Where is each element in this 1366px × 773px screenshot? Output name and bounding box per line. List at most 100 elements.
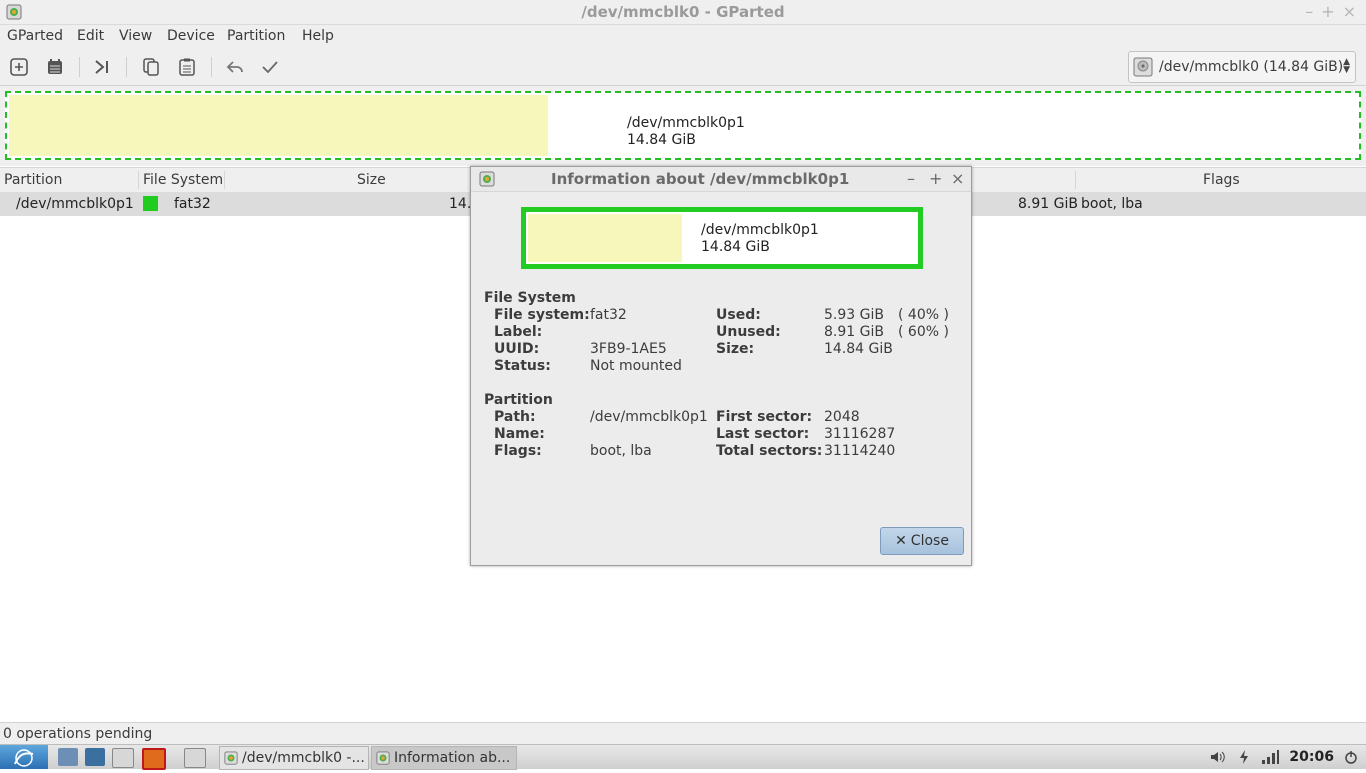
menu-help[interactable]: Help bbox=[302, 28, 334, 44]
size-value: 14.84 GiB bbox=[824, 341, 893, 357]
col-filesystem[interactable]: File System bbox=[143, 172, 223, 188]
apply-button[interactable] bbox=[258, 55, 282, 79]
volume-icon[interactable] bbox=[1209, 749, 1227, 765]
window-title: /dev/mmcblk0 - GParted bbox=[581, 3, 785, 21]
partition-heading: Partition bbox=[484, 392, 553, 408]
row-unused: 8.91 GiB bbox=[1018, 196, 1078, 212]
task-information-label: Information ab... bbox=[394, 750, 511, 766]
partition-bar-name: /dev/mmcblk0p1 bbox=[627, 115, 745, 131]
gparted-task-icon bbox=[224, 751, 238, 765]
start-menu-button[interactable] bbox=[0, 745, 48, 769]
partition-used-fill bbox=[9, 95, 548, 156]
col-size[interactable]: Size bbox=[357, 172, 386, 188]
firefox-launcher-icon[interactable] bbox=[142, 748, 166, 770]
operations-pending-text: 0 operations pending bbox=[3, 726, 153, 742]
window-titlebar: /dev/mmcblk0 - GParted – + × bbox=[0, 0, 1366, 25]
col-flags[interactable]: Flags bbox=[1203, 172, 1240, 188]
desktop-launcher-icon[interactable] bbox=[112, 748, 134, 768]
undo-button[interactable] bbox=[223, 55, 247, 79]
taskbar: /dev/mmcblk0 -... Information ab... 20:0… bbox=[0, 744, 1366, 770]
system-tray: 20:06 bbox=[1209, 745, 1366, 769]
toolbar: /dev/mmcblk0 (14.84 GiB) ▲ ▼ bbox=[0, 49, 1366, 86]
partition-bar[interactable]: /dev/mmcblk0p1 14.84 GiB bbox=[5, 91, 1361, 160]
copy-button[interactable] bbox=[139, 55, 163, 79]
unused-percent: ( 60% ) bbox=[898, 324, 949, 340]
close-button-label: Close bbox=[910, 533, 949, 549]
harddisk-icon bbox=[1133, 57, 1153, 77]
statusbar: 0 operations pending bbox=[0, 722, 1366, 745]
lubuntu-logo-icon bbox=[14, 749, 34, 767]
dialog-used-fill bbox=[528, 214, 682, 262]
used-percent: ( 40% ) bbox=[898, 307, 949, 323]
filesystem-color-swatch bbox=[143, 196, 158, 211]
checkmark-icon bbox=[262, 61, 278, 74]
close-button[interactable]: ✕ Close bbox=[880, 527, 964, 555]
filesystem-heading: File System bbox=[484, 290, 576, 306]
logout-icon[interactable] bbox=[1344, 749, 1358, 765]
status-label: Status: bbox=[494, 358, 551, 374]
new-partition-button[interactable] bbox=[7, 55, 31, 79]
updown-arrow-icon: ▲ ▼ bbox=[1343, 57, 1350, 75]
resize-move-button[interactable] bbox=[90, 55, 114, 79]
name-label: Name: bbox=[494, 426, 545, 442]
task-information[interactable]: Information ab... bbox=[371, 746, 517, 770]
dialog-titlebar: Information about /dev/mmcblk0p1 – + × bbox=[471, 167, 971, 192]
last-sector-label: Last sector: bbox=[716, 426, 810, 442]
close-window-button[interactable]: × bbox=[1343, 2, 1356, 21]
gparted-dialog-icon bbox=[479, 171, 495, 187]
unused-value: 8.91 GiB bbox=[824, 324, 884, 340]
col-partition[interactable]: Partition bbox=[4, 172, 62, 188]
first-sector-label: First sector: bbox=[716, 409, 813, 425]
row-flags: boot, lba bbox=[1081, 196, 1143, 212]
task-gparted[interactable]: /dev/mmcblk0 -... bbox=[219, 746, 369, 770]
task-gparted-label: /dev/mmcblk0 -... bbox=[242, 750, 365, 766]
menu-edit[interactable]: Edit bbox=[77, 28, 104, 44]
disk-visual-area: /dev/mmcblk0p1 14.84 GiB bbox=[0, 86, 1366, 166]
unused-label: Unused: bbox=[716, 324, 781, 340]
fs-label: File system: bbox=[494, 307, 590, 323]
device-selector-label: /dev/mmcblk0 (14.84 GiB) bbox=[1159, 59, 1344, 75]
network-signal-icon[interactable] bbox=[1261, 749, 1280, 765]
clock[interactable]: 20:06 bbox=[1289, 749, 1334, 765]
flags-value: boot, lba bbox=[590, 443, 652, 459]
uuid-value: 3FB9-1AE5 bbox=[590, 341, 667, 357]
minimize-button[interactable]: – bbox=[1305, 2, 1313, 21]
menu-partition[interactable]: Partition bbox=[227, 28, 285, 44]
status-value: Not mounted bbox=[590, 358, 682, 374]
device-selector[interactable]: /dev/mmcblk0 (14.84 GiB) ▲ ▼ bbox=[1128, 51, 1356, 83]
used-label: Used: bbox=[716, 307, 761, 323]
dialog-title: Information about /dev/mmcblk0p1 bbox=[551, 170, 850, 188]
dialog-maximize-button[interactable]: + bbox=[929, 169, 942, 188]
partition-bar-size: 14.84 GiB bbox=[627, 132, 696, 148]
dialog-partition-bar: /dev/mmcblk0p1 14.84 GiB bbox=[521, 207, 923, 269]
dialog-close-icon[interactable]: × bbox=[951, 169, 964, 188]
first-sector-value: 2048 bbox=[824, 409, 860, 425]
path-label: Path: bbox=[494, 409, 536, 425]
information-dialog: Information about /dev/mmcblk0p1 – + × /… bbox=[470, 166, 972, 566]
power-icon[interactable] bbox=[1237, 749, 1251, 765]
menubar: GParted Edit View Device Partition Help bbox=[0, 25, 1366, 49]
flags-label: Flags: bbox=[494, 443, 542, 459]
delete-partition-icon bbox=[48, 59, 62, 74]
last-sector-value: 31116287 bbox=[824, 426, 896, 442]
close-x-icon: ✕ bbox=[895, 533, 907, 549]
menu-gparted[interactable]: GParted bbox=[7, 28, 63, 44]
menu-view[interactable]: View bbox=[119, 28, 152, 44]
maximize-button[interactable]: + bbox=[1321, 2, 1334, 21]
used-value: 5.93 GiB bbox=[824, 307, 884, 323]
size-label: Size: bbox=[716, 341, 755, 357]
dialog-bar-name: /dev/mmcblk0p1 bbox=[701, 222, 819, 238]
delete-partition-button[interactable] bbox=[43, 55, 67, 79]
paste-icon bbox=[179, 58, 195, 76]
copy-icon bbox=[143, 58, 159, 76]
row-filesystem: fat32 bbox=[174, 196, 211, 212]
total-sectors-value: 31114240 bbox=[824, 443, 896, 459]
undo-icon bbox=[226, 61, 243, 73]
label-label: Label: bbox=[494, 324, 543, 340]
app-launcher-icon[interactable] bbox=[85, 748, 105, 766]
menu-device[interactable]: Device bbox=[167, 28, 215, 44]
file-manager-launcher-icon[interactable] bbox=[58, 748, 78, 766]
paste-button[interactable] bbox=[175, 55, 199, 79]
window-launcher-icon[interactable] bbox=[184, 748, 206, 768]
dialog-minimize-button[interactable]: – bbox=[907, 169, 915, 188]
